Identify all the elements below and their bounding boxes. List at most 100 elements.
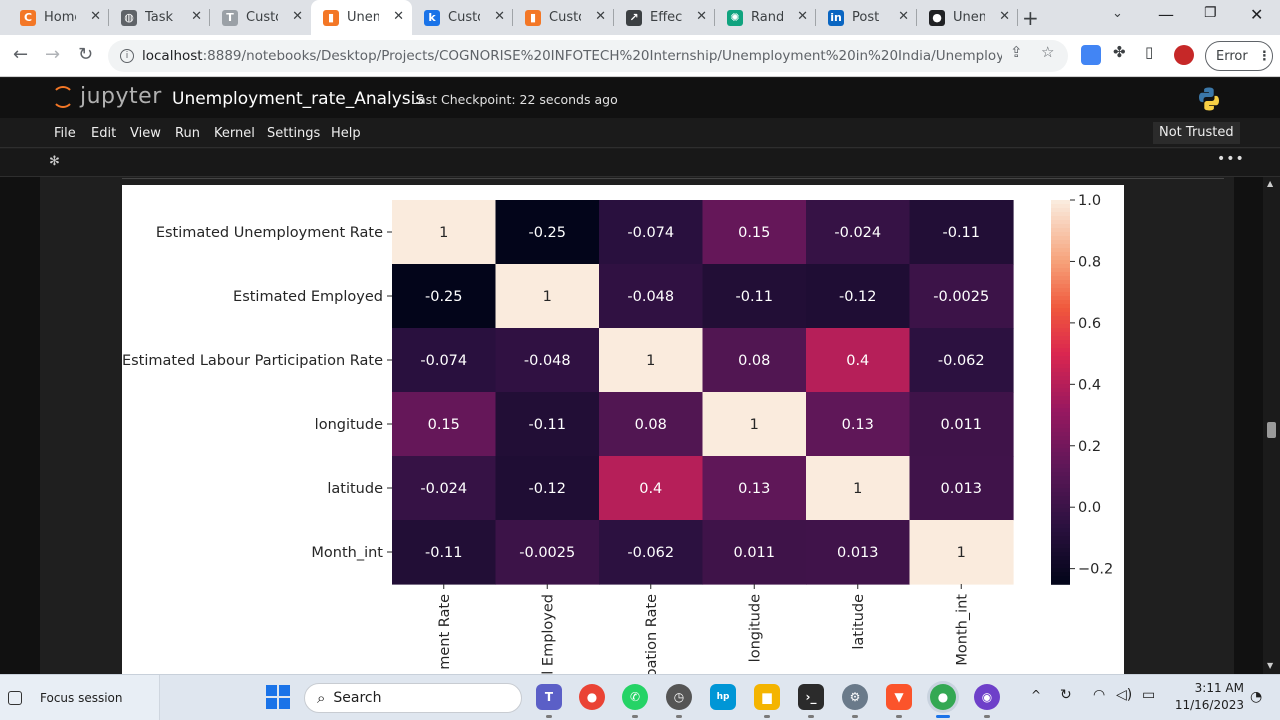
chrome-app-icon[interactable]: ●: [579, 684, 605, 710]
new-tab-icon[interactable]: +: [1022, 6, 1039, 30]
browser-tab[interactable]: in Post | ✕: [816, 0, 917, 35]
tab-close-icon[interactable]: ✕: [191, 9, 202, 24]
wifi-icon[interactable]: ◠: [1093, 687, 1105, 703]
sync-icon[interactable]: ↻: [1060, 687, 1072, 703]
browser-tab[interactable]: T Custo ✕: [210, 0, 311, 35]
colorbar-tick-label: 1.0: [1078, 193, 1101, 209]
x-tick-label: oation Rate: [644, 594, 660, 675]
settings-gear-icon[interactable]: ⚙: [842, 684, 868, 710]
forward-icon[interactable]: →: [45, 44, 60, 65]
share-icon[interactable]: ⇪: [1010, 43, 1023, 61]
y-tick-label: latitude: [327, 481, 383, 497]
browser-tab[interactable]: ↗ Effecti ✕: [614, 0, 715, 35]
site-info-icon[interactable]: i: [120, 49, 134, 63]
browser-tab[interactable]: ▮ Unem ✕: [311, 0, 412, 35]
colorbar-tick-label: 0.0: [1078, 500, 1101, 516]
clock-app-icon[interactable]: ◷: [666, 684, 692, 710]
menu-item-run[interactable]: Run: [175, 126, 200, 141]
heatmap-cell-value: 1: [543, 289, 552, 305]
system-clock[interactable]: 3:11 AM 11/16/2023: [1168, 680, 1244, 714]
whatsapp-app-icon[interactable]: ✆: [622, 684, 648, 710]
trust-status-button[interactable]: Not Trusted: [1153, 122, 1240, 144]
menu-item-file[interactable]: File: [54, 126, 76, 141]
app-running-indicator: [676, 715, 682, 718]
notification-icon[interactable]: ◔: [1250, 689, 1262, 705]
heatmap-cell-value: -0.074: [627, 225, 674, 241]
jupyter-logo[interactable]: jupyter: [52, 84, 162, 109]
start-button[interactable]: [266, 685, 290, 709]
browser-tab[interactable]: k Custo ✕: [412, 0, 513, 35]
teams-app-icon[interactable]: T: [536, 684, 562, 710]
tab-close-icon[interactable]: ✕: [898, 9, 909, 24]
menu-item-help[interactable]: Help: [331, 126, 361, 141]
chrome-active-app-icon[interactable]: ●: [930, 684, 956, 710]
browser-tab[interactable]: ✺ Rando ✕: [715, 0, 816, 35]
scroll-up-icon[interactable]: ▲: [1267, 179, 1273, 188]
scroll-down-icon[interactable]: ▼: [1267, 661, 1273, 670]
notebook-title[interactable]: Unemployment_rate_Analysis: [172, 89, 424, 109]
menu-item-kernel[interactable]: Kernel: [214, 126, 255, 141]
extensions-puzzle-icon[interactable]: ✤: [1113, 43, 1126, 61]
browser-tab[interactable]: ◍ Task L ✕: [109, 0, 210, 35]
x-tick-label: l Employed: [540, 594, 556, 675]
tab-close-icon[interactable]: ✕: [595, 9, 606, 24]
back-icon[interactable]: ←: [13, 44, 28, 65]
tab-close-icon[interactable]: ✕: [797, 9, 808, 24]
github-desktop-icon[interactable]: ◉: [974, 684, 1000, 710]
taskbar-search-box[interactable]: ⌕ Search: [304, 683, 522, 713]
tab-search-chevron-icon[interactable]: ⌄: [1112, 6, 1123, 21]
y-tick-label: Month_int: [311, 545, 383, 561]
clock-time: 3:11 AM: [1194, 681, 1244, 695]
restore-icon[interactable]: ❐: [1204, 5, 1217, 21]
tab-label: Rando: [751, 10, 783, 25]
colorbar-tick-label: −0.2: [1078, 562, 1113, 578]
myhp-app-icon[interactable]: hp: [710, 684, 736, 710]
colorbar-segment: [1051, 580, 1070, 585]
tab-close-icon[interactable]: ✕: [494, 9, 505, 24]
volume-icon[interactable]: ◁): [1116, 687, 1132, 703]
brave-app-icon[interactable]: ▼: [886, 684, 912, 710]
search-icon: ⌕: [317, 689, 326, 707]
bug-debug-icon[interactable]: ✻: [49, 154, 60, 169]
reload-icon[interactable]: ↻: [78, 44, 93, 65]
tab-close-icon[interactable]: ✕: [999, 9, 1010, 24]
browser-menu-icon[interactable]: ⋮: [1258, 49, 1271, 64]
tab-favicon-icon: ◍: [121, 9, 137, 26]
side-panel-icon[interactable]: ▯: [1145, 43, 1153, 61]
heatmap-cell-value: -0.024: [834, 225, 881, 241]
tab-label: Effecti: [650, 10, 682, 25]
heatmap-cell-value: 1: [750, 417, 759, 433]
tab-close-icon[interactable]: ✕: [696, 9, 707, 24]
menu-item-settings[interactable]: Settings: [267, 126, 320, 141]
tab-label: Post |: [852, 10, 884, 25]
focus-session-widget[interactable]: Focus session: [0, 675, 160, 720]
vertical-scrollbar[interactable]: ▲ ▼: [1263, 177, 1280, 674]
bookmark-star-icon[interactable]: ☆: [1041, 43, 1054, 61]
tab-close-icon[interactable]: ✕: [292, 9, 303, 24]
browser-tab[interactable]: ● Unem ✕: [917, 0, 1018, 35]
clock-date: 11/16/2023: [1174, 698, 1244, 712]
tab-close-icon[interactable]: ✕: [90, 9, 101, 24]
profile-avatar[interactable]: [1174, 45, 1194, 65]
browser-tab[interactable]: ▮ Custo ✕: [513, 0, 614, 35]
tray-overflow-chevron-icon[interactable]: ^: [1031, 688, 1041, 702]
menu-item-view[interactable]: View: [130, 126, 161, 141]
app-running-indicator: [852, 715, 858, 718]
extension-icon[interactable]: [1081, 45, 1101, 65]
tab-close-icon[interactable]: ✕: [393, 9, 404, 24]
scrollbar-thumb[interactable]: [1267, 422, 1276, 438]
file-explorer-icon[interactable]: ▆: [754, 684, 780, 710]
heatmap-cell-value: 0.15: [738, 225, 770, 241]
y-tick-label: longitude: [315, 417, 383, 433]
start-icon-tile: [266, 685, 277, 696]
heatmap-cell-value: 0.08: [635, 417, 667, 433]
terminal-app-icon[interactable]: ›_: [798, 684, 824, 710]
profile-error-button[interactable]: Error ⋮: [1205, 41, 1273, 71]
menu-item-edit[interactable]: Edit: [91, 126, 116, 141]
url-field[interactable]: i localhost:8889/notebooks/Desktop/Proje…: [108, 40, 1068, 72]
close-window-icon[interactable]: ✕: [1250, 5, 1263, 24]
battery-icon[interactable]: ▭: [1142, 687, 1155, 703]
more-actions-icon[interactable]: •••: [1217, 151, 1245, 167]
browser-tab[interactable]: C Home ✕: [8, 0, 109, 35]
minimize-icon[interactable]: —: [1158, 5, 1174, 24]
